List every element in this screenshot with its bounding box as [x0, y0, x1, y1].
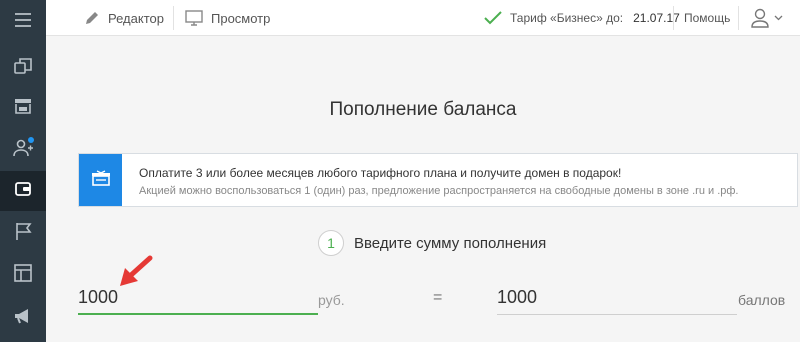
- editor-button[interactable]: Редактор: [84, 0, 164, 36]
- sidebar-item-promo[interactable]: [0, 298, 46, 338]
- check-icon: [484, 11, 502, 25]
- chevron-down-icon: [774, 15, 783, 21]
- divider: [738, 6, 739, 30]
- user-icon: [750, 8, 772, 28]
- tariff-label: Тариф «Бизнес» до:: [510, 11, 624, 25]
- equals-sign: =: [433, 289, 443, 306]
- tariff-status: Тариф «Бизнес» до: 21.07.17: [484, 0, 680, 36]
- points-input[interactable]: 1000: [497, 287, 737, 315]
- flag-icon: [12, 220, 34, 247]
- gift-icon: [91, 169, 111, 192]
- menu-icon: [12, 9, 34, 36]
- sidebar-item-users[interactable]: [0, 130, 46, 170]
- amount-value: 1000: [78, 287, 119, 307]
- promo-banner: Оплатите 3 или более месяцев любого тари…: [78, 153, 798, 207]
- preview-label: Просмотр: [211, 10, 271, 26]
- monitor-icon: [185, 10, 203, 26]
- megaphone-icon: [12, 305, 34, 332]
- sidebar-item-flag[interactable]: [0, 213, 46, 253]
- step-heading: 1 Введите сумму пополнения: [318, 230, 546, 256]
- notification-dot: [28, 137, 34, 143]
- sidebar-menu-button[interactable]: [0, 2, 46, 42]
- sidebar-item-wallet[interactable]: [0, 171, 46, 211]
- pencil-icon: [84, 10, 100, 26]
- points-value: 1000: [497, 287, 538, 307]
- promo-details: Акцией можно воспользоваться 1 (один) ра…: [139, 185, 739, 197]
- sidebar-item-layout[interactable]: [0, 255, 46, 295]
- amount-input[interactable]: 1000: [78, 287, 318, 315]
- currency-unit: руб.: [318, 292, 345, 308]
- editor-label: Редактор: [108, 10, 164, 26]
- sidebar: [0, 0, 46, 342]
- help-label: Помощь: [684, 11, 731, 25]
- user-menu-button[interactable]: [750, 0, 783, 36]
- main-content: Пополнение баланса Оплатите 3 или более …: [46, 37, 800, 342]
- step-number-badge: 1: [318, 230, 344, 256]
- red-arrow-annotation: [116, 254, 156, 299]
- sidebar-item-shop[interactable]: [0, 88, 46, 128]
- promo-headline: Оплатите 3 или более месяцев любого тари…: [139, 166, 622, 180]
- top-bar: Редактор Просмотр Тариф «Бизнес» до: 21.…: [46, 0, 800, 36]
- shop-icon: [12, 95, 34, 122]
- points-unit: баллов: [738, 292, 786, 308]
- layout-icon: [12, 262, 34, 289]
- help-link[interactable]: Помощь: [684, 0, 730, 36]
- pages-icon: [12, 55, 34, 82]
- step-label: Введите сумму пополнения: [354, 234, 547, 252]
- wallet-icon: [12, 178, 34, 205]
- preview-button[interactable]: Просмотр: [185, 0, 270, 36]
- promo-icon-box: [79, 154, 122, 206]
- divider: [673, 6, 674, 30]
- divider: [173, 6, 174, 30]
- page-title: Пополнение баланса: [329, 99, 517, 120]
- sidebar-item-pages[interactable]: [0, 48, 46, 88]
